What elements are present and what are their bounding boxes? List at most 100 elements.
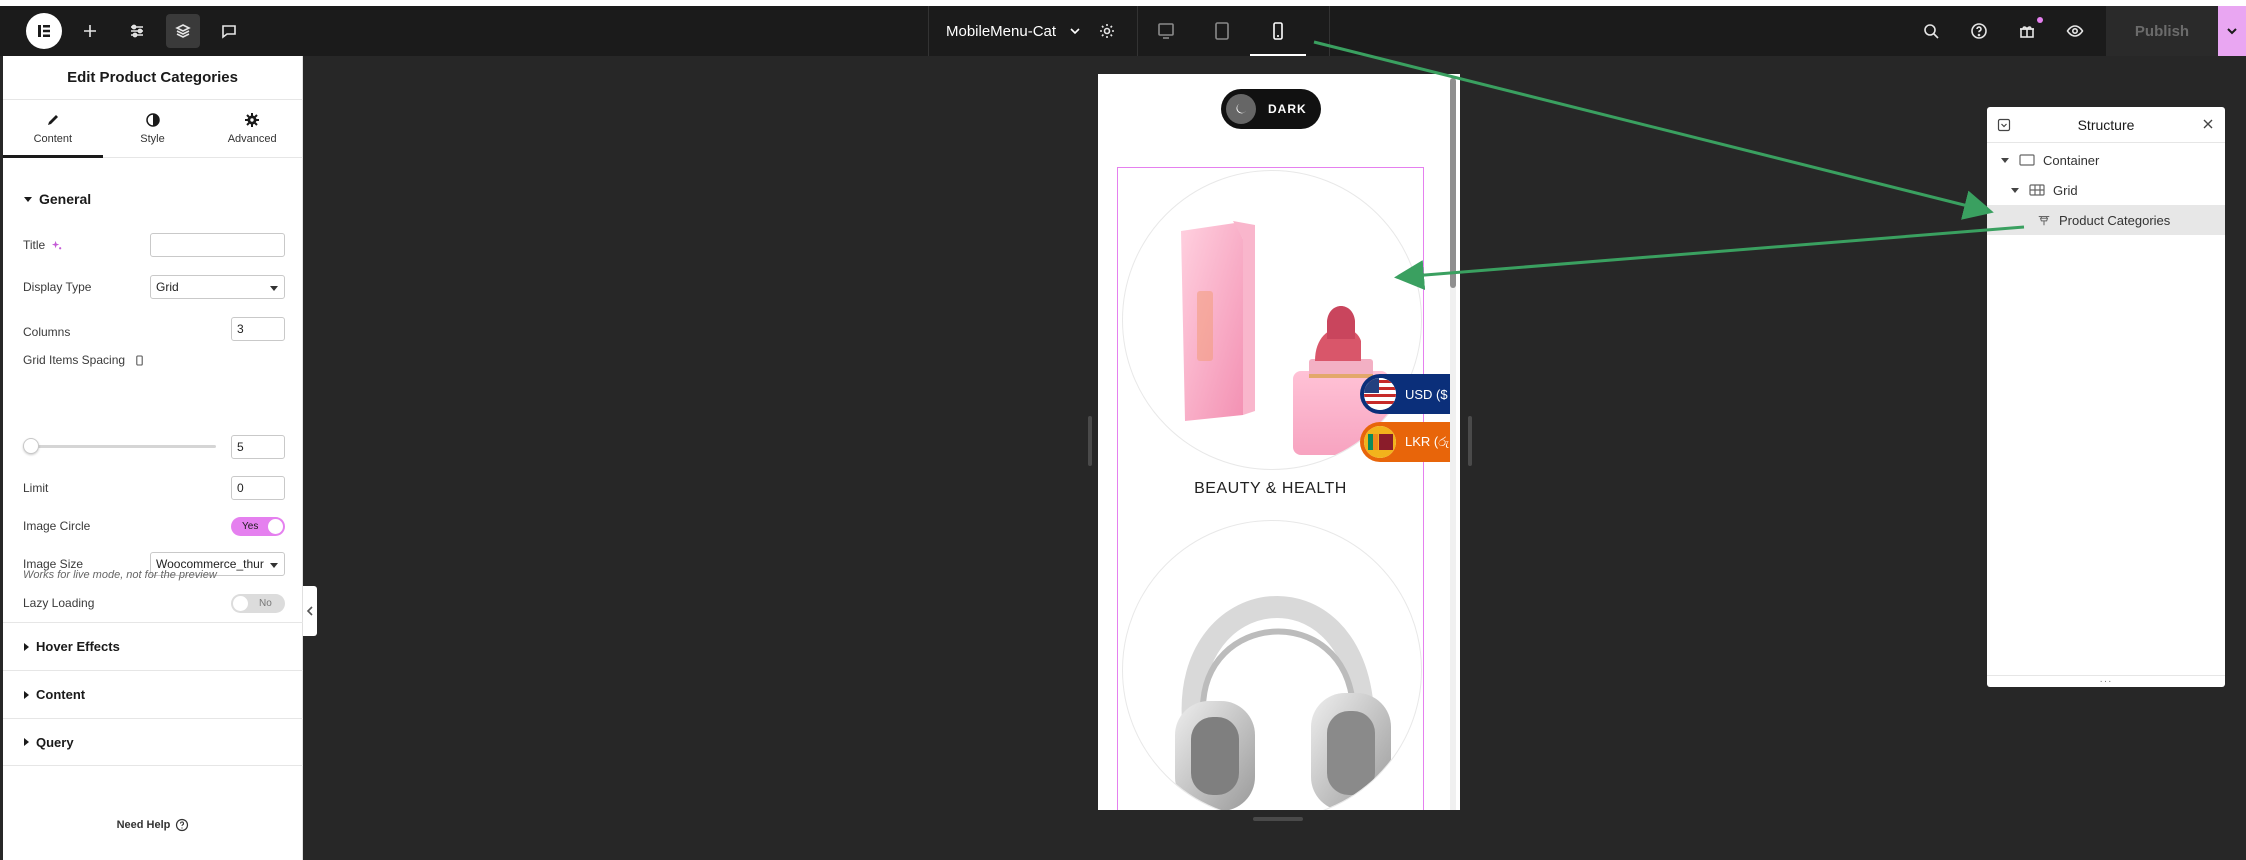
sliders-icon <box>131 24 143 38</box>
control-spacing-label: Grid Items Spacing <box>23 351 285 369</box>
control-label: Image Circle <box>23 519 91 533</box>
panel-title: Edit Product Categories <box>3 56 302 100</box>
help-icon <box>1971 23 1987 39</box>
chevron-left-icon <box>306 606 313 616</box>
currency-switcher-lkr[interactable]: LKR (රු <box>1360 422 1450 462</box>
section-title: General <box>39 191 92 207</box>
section-title: Hover Effects <box>36 639 120 654</box>
resize-handle-bottom[interactable] <box>1253 817 1303 821</box>
help-button[interactable] <box>1962 14 1996 48</box>
tree-item-container[interactable]: Container <box>1987 145 2225 175</box>
collapse-panel-button[interactable] <box>303 586 317 636</box>
display-type-select[interactable]: Grid <box>150 275 285 299</box>
section-query-toggle[interactable]: Query <box>3 718 303 766</box>
currency-switcher-usd[interactable]: USD ($ <box>1360 374 1450 414</box>
comment-icon <box>222 25 236 39</box>
control-lazy-loading: Lazy Loading No <box>23 590 285 616</box>
eye-icon <box>2066 25 2084 37</box>
structure-header: Structure <box>1987 107 2225 143</box>
currency-label: LKR (රු <box>1405 434 1450 449</box>
arrow-structure-to-widget <box>1394 225 2025 291</box>
responsive-switcher <box>1138 6 1330 56</box>
title-input[interactable] <box>150 233 285 257</box>
mobile-view-button[interactable] <box>1250 6 1306 56</box>
control-title: Title <box>23 232 285 258</box>
slider-handle[interactable] <box>23 438 39 454</box>
spacing-slider[interactable] <box>23 434 223 460</box>
top-bar: MobileMenu-Cat Publish <box>0 0 2246 56</box>
control-image-circle: Image Circle Yes <box>23 513 285 539</box>
tree-item-label: Grid <box>2053 182 2078 198</box>
section-content-toggle[interactable]: Content <box>3 670 303 718</box>
lazy-loading-toggle[interactable]: No <box>231 593 285 613</box>
image-circle-toggle[interactable]: Yes <box>231 516 285 536</box>
preview-button[interactable] <box>2058 14 2092 48</box>
caret-down-icon <box>2001 157 2009 163</box>
search-icon <box>1924 24 1939 39</box>
desktop-icon <box>1158 23 1174 39</box>
grid-icon <box>2029 184 2045 196</box>
finder-button[interactable] <box>1914 14 1948 48</box>
resize-handle-right[interactable] <box>1468 416 1472 466</box>
collapse-all-icon[interactable] <box>1997 118 2011 132</box>
half-circle-icon <box>145 113 160 127</box>
need-help-link[interactable]: Need Help <box>3 818 303 832</box>
structure-button[interactable] <box>166 14 200 48</box>
publish-button[interactable]: Publish <box>2106 6 2218 56</box>
page-settings-button[interactable] <box>1090 14 1124 48</box>
close-icon[interactable] <box>2201 117 2215 131</box>
structure-panel: Structure Container Grid Product Categor… <box>1987 107 2225 687</box>
structure-tree: Container Grid Product Categories <box>1987 143 2225 235</box>
mobile-preview: DARK BEAUTY & HEALTH USD ($ LKR (රු <box>1098 74 1460 810</box>
control-columns: Columns 3 <box>23 316 285 342</box>
currency-label: USD ($ <box>1405 386 1448 402</box>
mobile-icon[interactable] <box>135 354 144 366</box>
control-label: Grid Items Spacing <box>23 353 126 367</box>
caret-right-icon <box>24 690 29 699</box>
tab-advanced[interactable]: Advanced <box>202 100 302 157</box>
comments-button[interactable] <box>212 14 246 48</box>
notification-dot <box>2037 17 2043 23</box>
limit-input[interactable]: 0 <box>231 476 285 500</box>
tree-item-product-categories[interactable]: Product Categories <box>1987 205 2225 235</box>
plus-icon <box>84 25 96 37</box>
tablet-view-button[interactable] <box>1194 6 1250 56</box>
section-hover-effects-toggle[interactable]: Hover Effects <box>3 622 303 670</box>
columns-input[interactable]: 3 <box>231 317 285 341</box>
control-limit: Limit 0 <box>23 475 285 501</box>
desktop-view-button[interactable] <box>1138 6 1194 56</box>
section-header: Content <box>3 687 85 702</box>
structure-resize-handle[interactable]: ··· <box>1987 675 2225 687</box>
add-element-button[interactable] <box>73 14 107 48</box>
section-header: Query <box>3 735 74 750</box>
section-general-toggle[interactable]: General <box>3 191 91 207</box>
tab-content[interactable]: Content <box>3 100 103 158</box>
mobile-icon <box>1273 22 1283 40</box>
lazy-loading-note: Works for live mode, not for the preview <box>23 569 217 581</box>
tree-item-grid[interactable]: Grid <box>1987 175 2225 205</box>
help-icon <box>176 818 189 832</box>
site-settings-button[interactable] <box>120 14 154 48</box>
tree-item-label: Container <box>2043 152 2100 168</box>
dark-mode-toggle[interactable]: DARK <box>1221 89 1321 129</box>
tree-item-label: Product Categories <box>2059 212 2171 228</box>
spacing-input[interactable]: 5 <box>231 435 285 459</box>
control-label: Title <box>23 238 46 252</box>
elementor-logo-icon[interactable] <box>26 13 62 49</box>
category-name[interactable]: BEAUTY & HEALTH <box>1098 480 1443 498</box>
dark-mode-label: DARK <box>1268 102 1307 116</box>
tab-label: Content <box>33 133 73 145</box>
section-title: Query <box>36 734 74 750</box>
preview-scrollbar[interactable] <box>1450 78 1456 810</box>
product-categories-icon <box>2038 215 2050 226</box>
publish-options-button[interactable] <box>2218 6 2246 56</box>
ai-sparkle-icon[interactable] <box>51 240 62 251</box>
slider-track <box>23 445 216 448</box>
control-label: Display Type <box>23 280 92 294</box>
resize-handle-left[interactable] <box>1088 416 1092 466</box>
panel-tabs: Content Style Advanced <box>3 100 302 158</box>
scrollbar-thumb[interactable] <box>1450 78 1456 288</box>
category-image-electronics[interactable] <box>1122 520 1422 810</box>
tab-style[interactable]: Style <box>103 100 203 157</box>
gift-icon <box>2020 26 2034 38</box>
